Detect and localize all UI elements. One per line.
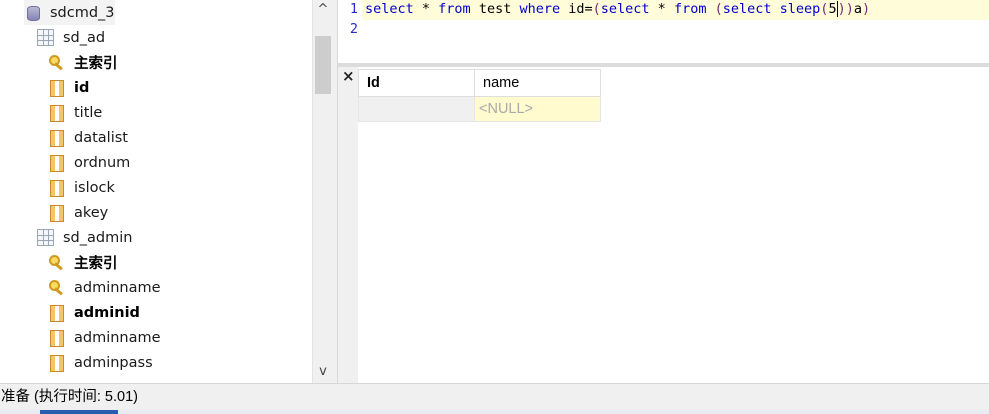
status-bar: 准备 (执行时间: 5.01) — [0, 383, 989, 410]
column-header-id[interactable]: Id — [358, 69, 475, 97]
database-icon — [24, 4, 41, 21]
cell-name-null[interactable]: <NULL> — [474, 96, 601, 122]
tree-scrollbar[interactable]: ^ v — [312, 0, 333, 383]
table-icon — [37, 229, 54, 246]
tree-node-column[interactable]: adminid — [48, 300, 140, 325]
column-icon — [48, 79, 65, 97]
tree-node-column[interactable]: ordnum — [48, 150, 130, 175]
tree-node-label: 主索引 — [74, 56, 118, 72]
line-number: 2 — [349, 21, 358, 37]
key-icon — [48, 54, 65, 71]
tree-node-label: sd_ad — [63, 29, 106, 46]
sql-code-line[interactable]: select * from test where id=(select * fr… — [365, 1, 870, 17]
tree-node-label: akey — [74, 204, 109, 221]
tree-node-label: adminname — [74, 329, 161, 346]
row-header-gutter — [338, 67, 358, 383]
column-icon — [48, 329, 65, 347]
column-icon — [48, 354, 65, 372]
close-icon[interactable]: × — [342, 67, 355, 85]
tree-node-column[interactable]: islock — [48, 175, 115, 200]
tree-node-label: datalist — [74, 129, 128, 146]
tree-node-column[interactable]: adminname — [48, 325, 161, 350]
tree-node-label: id — [74, 79, 90, 96]
line-number: 1 — [349, 1, 358, 17]
table-row[interactable]: <NULL> — [358, 96, 601, 122]
results-grid[interactable]: × Id name <NULL> — [338, 67, 989, 383]
tree-node-column[interactable]: title — [48, 100, 102, 125]
tree-node-index[interactable]: 主索引 — [48, 50, 118, 75]
key-icon — [48, 279, 65, 296]
taskbar-active-item — [40, 410, 118, 414]
column-icon — [48, 204, 65, 222]
tree-node-label: adminid — [74, 304, 140, 321]
object-tree[interactable]: sdcmd_3 sd_ad 主索引 id title datalist ordnum islo… — [0, 0, 312, 383]
results-table: Id name <NULL> — [358, 69, 601, 122]
tree-node-label: islock — [74, 179, 115, 196]
cell-id[interactable] — [358, 96, 475, 122]
scrollbar-thumb[interactable] — [315, 36, 331, 94]
table-icon — [37, 29, 54, 46]
column-icon — [48, 179, 65, 197]
tree-node-label: adminpass — [74, 354, 153, 371]
tree-node-database[interactable]: sdcmd_3 — [24, 0, 115, 25]
tree-node-column[interactable]: datalist — [48, 125, 128, 150]
tree-node-label: 主索引 — [74, 256, 118, 272]
status-text: 准备 (执行时间: 5.01) — [1, 389, 138, 405]
taskbar-strip — [0, 410, 989, 414]
scroll-up-icon[interactable]: ^ — [313, 0, 333, 20]
tree-node-label: title — [74, 104, 103, 121]
sql-editor[interactable]: 1 2 select * from test where id=(select … — [338, 0, 989, 63]
tree-node-label: sdcmd_3 — [50, 4, 115, 21]
column-icon — [48, 129, 65, 147]
scroll-down-icon[interactable]: v — [313, 362, 333, 382]
column-icon — [48, 154, 65, 172]
tree-node-label: adminname — [74, 279, 161, 296]
tree-node-table[interactable]: sd_admin — [37, 225, 132, 250]
column-icon — [48, 304, 65, 322]
tree-node-label: sd_admin — [63, 229, 133, 246]
column-header-name[interactable]: name — [474, 69, 601, 97]
tree-node-column[interactable]: akey — [48, 200, 108, 225]
column-icon — [48, 104, 65, 122]
key-icon — [48, 254, 65, 271]
tree-node-table[interactable]: sd_ad — [37, 25, 105, 50]
tree-node-index[interactable]: 主索引 — [48, 250, 118, 275]
header-row: Id name — [358, 69, 601, 97]
tree-node-column[interactable]: id — [48, 75, 89, 100]
tree-node-index[interactable]: adminname — [48, 275, 161, 300]
tree-node-column[interactable]: adminpass — [48, 350, 153, 375]
tree-node-label: ordnum — [74, 154, 131, 171]
